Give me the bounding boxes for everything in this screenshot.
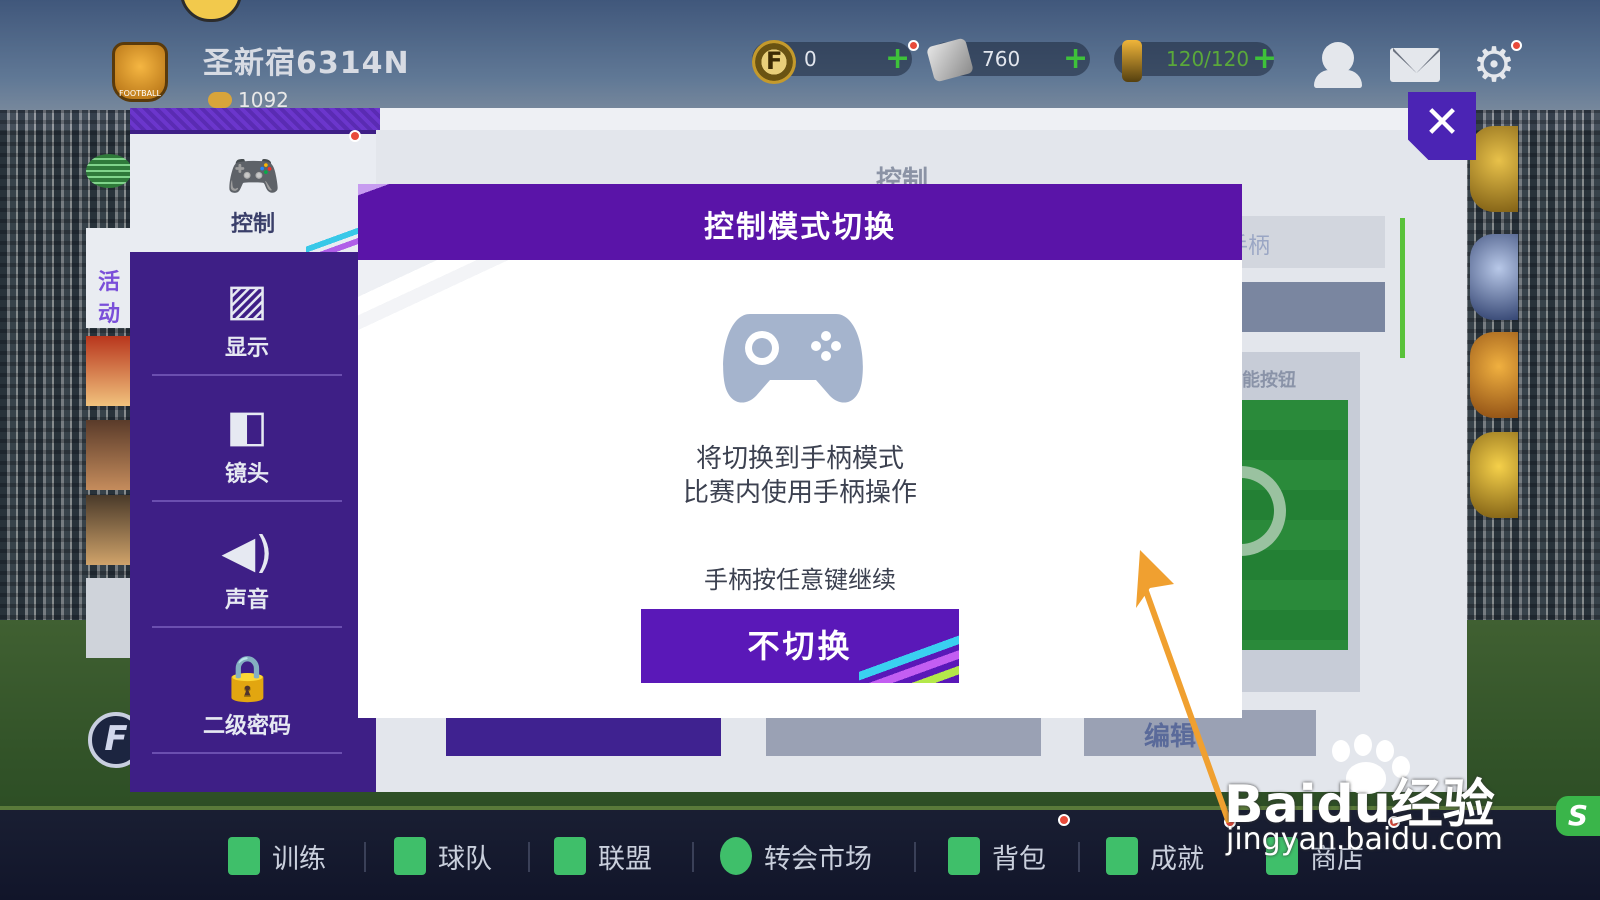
nav-label: 训练 — [272, 843, 326, 875]
player-name[interactable]: 圣新宿6314N — [203, 38, 410, 82]
nav-separator — [914, 842, 916, 872]
resource-value: 120/120 — [1166, 47, 1250, 71]
league-icon — [554, 837, 586, 875]
nav-item-training[interactable]: 训练 — [228, 836, 326, 876]
nav-item-backpack[interactable]: 背包 — [948, 836, 1046, 876]
paw-toe — [1354, 734, 1372, 756]
nav-item-achievement[interactable]: 成就 — [1106, 836, 1204, 876]
scrollbar[interactable] — [1400, 218, 1405, 358]
nav-label: 成就 — [1150, 843, 1204, 875]
resource-contract[interactable]: 760 + — [926, 37, 1090, 83]
team-icon — [394, 837, 426, 875]
settings-sidebar: 🎮 控制 ▨ 显示 ◧ 镜头 ◀) 声音 🔒 二级密码 — [130, 130, 376, 792]
resource-f-coin[interactable]: 0 + — [752, 40, 919, 84]
nav-label: 转会市场 — [764, 843, 872, 875]
achievement-icon — [1106, 837, 1138, 875]
activity-tab[interactable]: 活动 — [86, 228, 134, 328]
player-card[interactable] — [86, 578, 134, 658]
nav-item-league[interactable]: 联盟 — [554, 836, 652, 876]
sidebar-item-control[interactable]: 🎮 控制 — [130, 134, 376, 252]
club-badge-icon[interactable]: FOOTBALL — [112, 42, 168, 102]
sidebar-item-password[interactable]: 🔒 二级密码 — [152, 636, 342, 754]
sidebar-item-label: 显示 — [224, 336, 269, 361]
watermark-url: jingyan.baidu.com — [1226, 822, 1503, 857]
notification-dot — [908, 40, 919, 51]
f-coin-icon — [752, 40, 796, 84]
dialog-message-line2: 比赛内使用手柄操作 — [682, 478, 917, 508]
sidebar-item-label: 声音 — [224, 588, 269, 613]
sidebar-item-sound[interactable]: ◀) 声音 — [152, 510, 342, 628]
sidebar-item-display[interactable]: ▨ 显示 — [152, 258, 342, 376]
add-icon[interactable]: + — [885, 44, 910, 74]
event-badge[interactable] — [1470, 126, 1518, 212]
resource-value: 0 — [804, 47, 817, 71]
gamepad-icon: 🎮 — [226, 151, 281, 202]
resource-energy[interactable]: 120/120 + — [1114, 40, 1277, 82]
control-option-row[interactable] — [1220, 282, 1385, 332]
sidebar-item-label: 镜头 — [224, 462, 269, 487]
coin-stack-icon[interactable] — [86, 154, 132, 188]
resource-value: 760 — [982, 47, 1021, 71]
event-badge[interactable] — [1470, 332, 1518, 418]
lock-icon: 🔒 — [220, 653, 275, 704]
energy-bottle-icon — [1122, 40, 1142, 82]
add-icon[interactable]: + — [1063, 44, 1088, 74]
nav-item-transfer-market[interactable]: 转会市场 — [720, 836, 872, 876]
corner-logo-icon: S — [1556, 796, 1600, 836]
image-icon: ▨ — [226, 275, 268, 326]
control-mode-row[interactable]: 手柄 — [1220, 216, 1385, 268]
player-card[interactable] — [86, 495, 134, 565]
mail-icon[interactable] — [1390, 42, 1440, 88]
add-icon[interactable]: + — [1252, 44, 1277, 74]
speaker-icon: ◀) — [221, 527, 273, 578]
headset-body — [1314, 70, 1362, 88]
coin-badge-icon — [208, 92, 232, 108]
nav-separator — [528, 842, 530, 872]
dialog-title: 控制模式切换 — [704, 210, 896, 245]
sidebar-item-label: 二级密码 — [202, 714, 291, 739]
sidebar-item-camera[interactable]: ◧ 镜头 — [152, 384, 342, 502]
nav-separator — [1078, 842, 1080, 872]
gamepad-svg — [723, 314, 863, 403]
panel-stripe — [130, 108, 380, 130]
nav-item-team[interactable]: 球队 — [394, 836, 492, 876]
event-badge[interactable] — [1470, 432, 1518, 518]
top-bar: FOOTBALL 圣新宿6314N 1092 0 + 760 + 120/120… — [0, 0, 1600, 112]
gamepad-icon — [720, 310, 866, 410]
transfer-market-icon — [720, 837, 752, 875]
nav-label: 背包 — [992, 843, 1046, 875]
nav-label: 联盟 — [598, 843, 652, 875]
envelope — [1390, 48, 1440, 82]
activity-label: 活动 — [98, 270, 121, 327]
event-badge[interactable] — [1470, 234, 1518, 320]
nav-label: 球队 — [438, 843, 492, 875]
game-logo-icon — [180, 0, 242, 22]
notification-dot — [349, 130, 361, 142]
notification-dot — [1511, 40, 1522, 51]
backpack-icon — [948, 837, 980, 875]
camera-icon: ◧ — [226, 401, 268, 452]
paw-toe — [1332, 740, 1350, 762]
player-card[interactable] — [86, 420, 134, 490]
headset-icon[interactable] — [1314, 42, 1362, 88]
notification-dot — [1058, 814, 1070, 826]
player-card[interactable] — [86, 336, 134, 406]
decorative-streak — [358, 260, 518, 370]
no-switch-button[interactable]: 不切换 — [641, 609, 959, 683]
sidebar-item-label: 控制 — [230, 212, 275, 237]
nav-separator — [692, 842, 694, 872]
gear-icon[interactable]: ⚙ — [1470, 40, 1522, 89]
nav-separator — [364, 842, 366, 872]
training-icon — [228, 837, 260, 875]
dialog-message-line1: 将切换到手柄模式 — [695, 444, 904, 474]
paw-toe — [1376, 740, 1394, 762]
